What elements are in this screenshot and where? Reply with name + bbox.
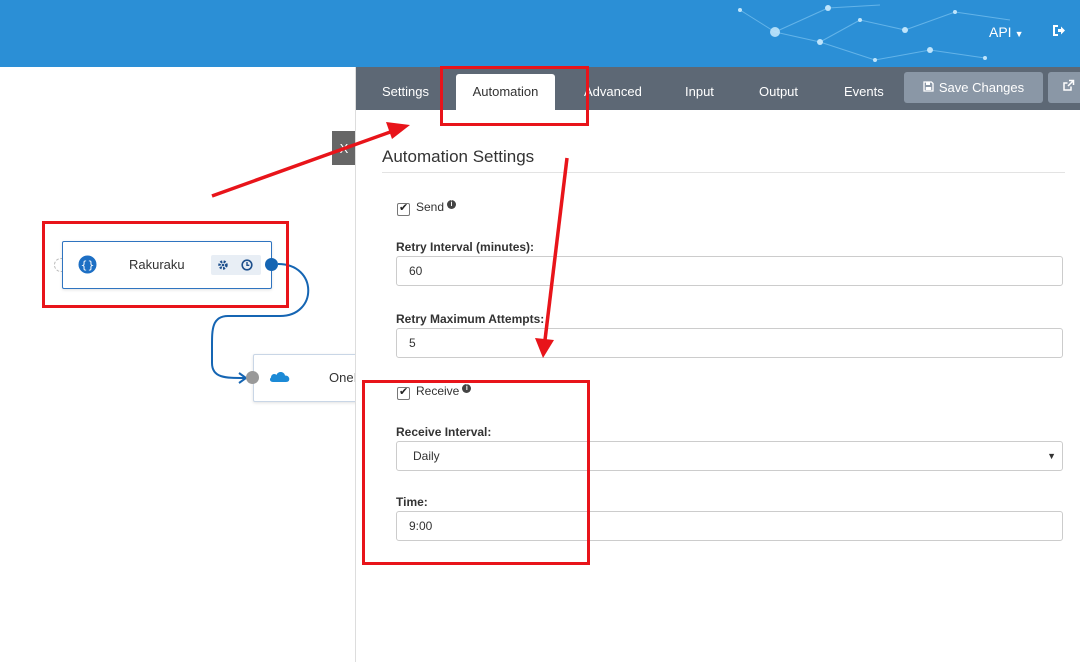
api-menu[interactable]: API ▼ [989,24,1024,40]
annotation-box-receive [362,380,590,565]
tab-events[interactable]: Events [844,67,884,110]
connector-line [211,263,310,384]
settings-panel: Settings Automation Advanced Input Outpu… [355,67,1080,662]
input-port[interactable] [246,371,259,384]
save-changes-button[interactable]: Save Changes [904,72,1043,103]
retry-interval-input[interactable] [396,256,1063,286]
section-title: Automation Settings [382,147,535,166]
tab-advanced[interactable]: Advanced [584,67,642,110]
save-changes-label: Save Changes [938,80,1025,95]
caret-down-icon: ▼ [1014,29,1024,39]
collapse-panel-label: X [339,140,349,156]
onedrive-cloud-icon [269,369,291,388]
section-divider [382,172,1065,173]
tab-output[interactable]: Output [759,67,798,110]
onedrive-node[interactable]: OneI [253,354,365,402]
retry-interval-label: Retry Interval (minutes): [396,240,535,254]
collapse-panel-button[interactable]: X [332,131,356,165]
retry-max-attempts-input[interactable] [396,328,1063,358]
api-menu-label: API [989,24,1012,40]
send-label-group: Send i [416,200,457,214]
floppy-disk-icon [923,80,934,95]
info-icon[interactable]: i [447,200,457,209]
tab-settings[interactable]: Settings [382,67,429,110]
checkmark-icon: ✔ [399,202,409,214]
sign-out-icon[interactable] [1052,24,1066,40]
retry-max-attempts-label: Retry Maximum Attempts: [396,312,545,326]
annotation-box-rakuraku [42,221,289,308]
onedrive-node-label: OneI [329,370,358,385]
external-link-icon [1062,79,1075,97]
chevron-down-icon: ▼ [1047,451,1056,461]
tab-input[interactable]: Input [685,67,714,110]
send-checkbox[interactable]: ✔ [397,202,410,216]
external-link-button[interactable] [1048,72,1080,103]
send-label: Send [416,200,445,214]
annotation-box-automation-tab [440,66,589,126]
